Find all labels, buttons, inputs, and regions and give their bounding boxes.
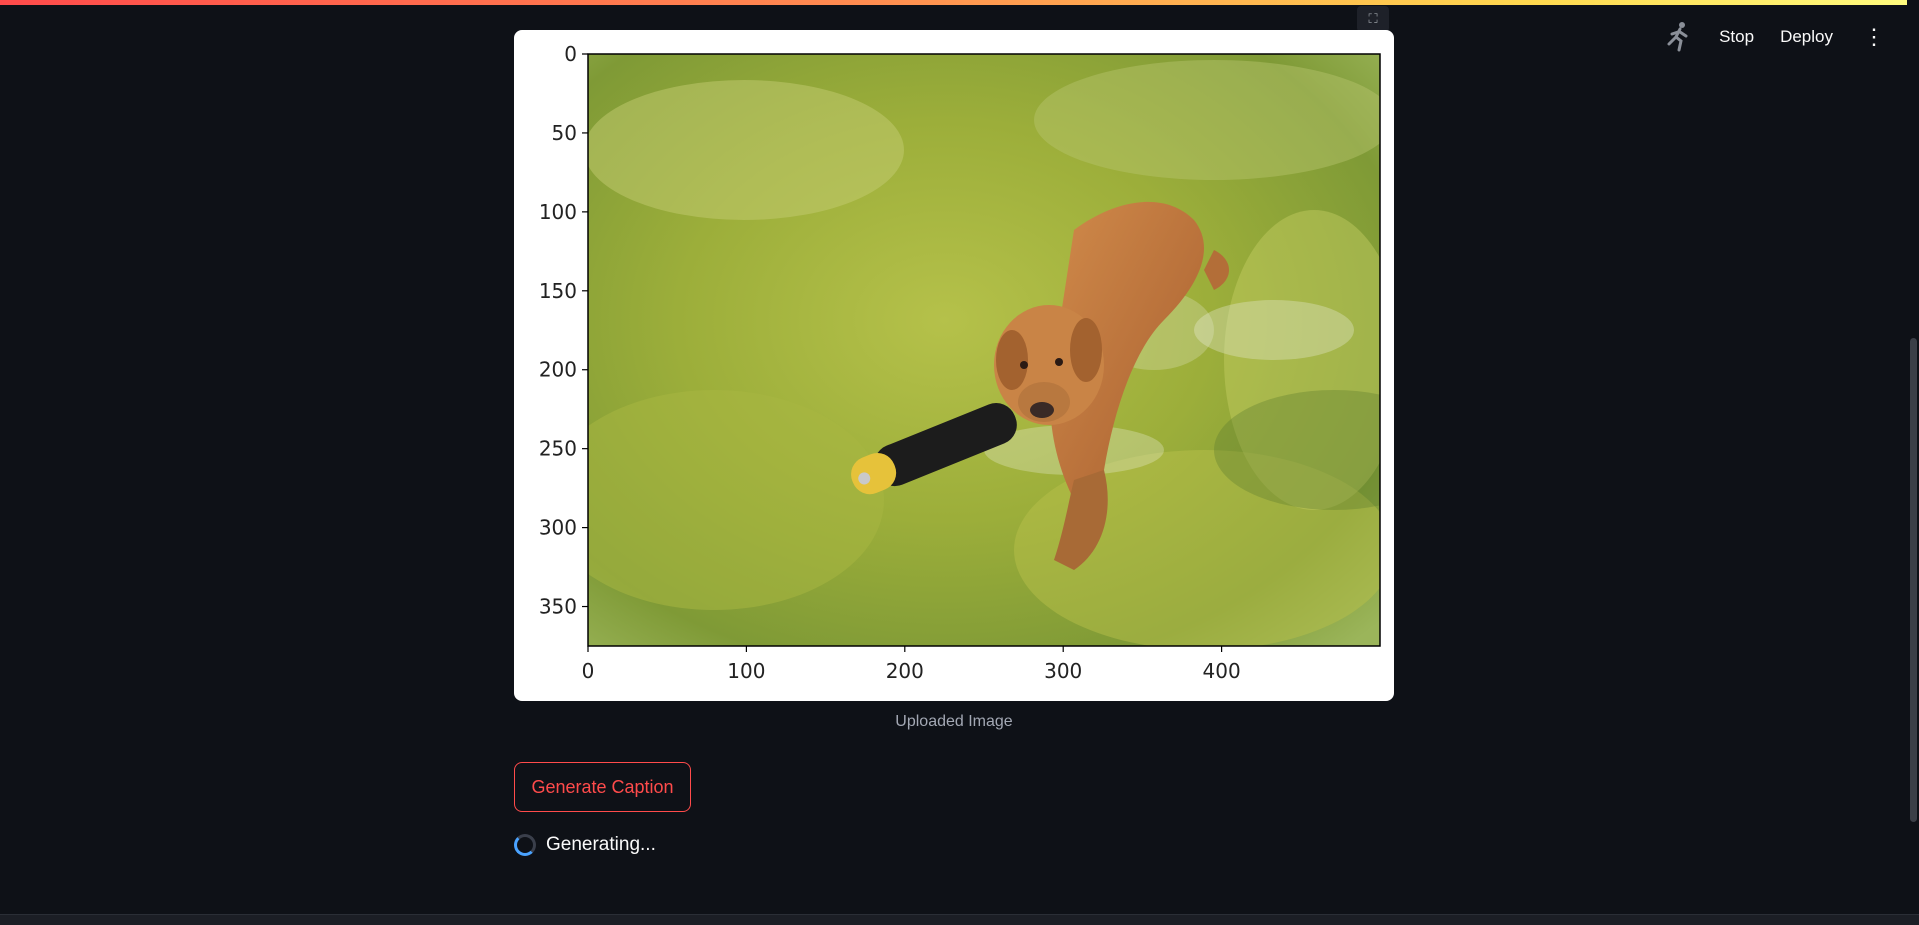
deploy-button[interactable]: Deploy: [1780, 27, 1833, 47]
status-indicator: Generating...: [514, 834, 656, 856]
y-tick-label: 150: [539, 279, 577, 303]
dog-photo: [588, 54, 1380, 646]
y-tick-label: 0: [564, 42, 577, 66]
spinner-icon: [514, 834, 536, 856]
x-tick-label: 0: [582, 659, 595, 683]
x-tick-label: 200: [886, 659, 924, 683]
fullscreen-button[interactable]: ⛶: [1357, 6, 1389, 32]
y-tick-label: 50: [552, 121, 577, 145]
y-axis: 0 50 100 150 200 250 300 350: [539, 42, 588, 619]
status-text: Generating...: [546, 834, 656, 855]
x-tick-label: 400: [1203, 659, 1241, 683]
y-tick-label: 350: [539, 595, 577, 619]
y-tick-label: 250: [539, 437, 577, 461]
top-progress-bar: [0, 0, 1919, 5]
x-axis: 0 100 200 300 400: [582, 646, 1241, 683]
y-tick-label: 100: [539, 200, 577, 224]
x-tick-label: 300: [1044, 659, 1082, 683]
y-tick-label: 300: [539, 516, 577, 540]
figure-plot: 0 50 100 150 200 250 300 350 0 100 200 300 400: [539, 42, 1381, 683]
image-caption: Uploaded Image: [895, 713, 1013, 730]
bottom-bar: [0, 914, 1919, 925]
generate-caption-button[interactable]: Generate Caption: [514, 762, 691, 812]
running-man-icon: [1663, 20, 1693, 54]
expand-icon: ⛶: [1368, 11, 1378, 27]
vertical-dots-icon[interactable]: ⋮: [1859, 26, 1889, 48]
image-figure: 0 50 100 150 200 250 300 350 0 100 200 300 400: [514, 30, 1394, 701]
scrollbar-thumb[interactable]: [1910, 338, 1917, 822]
x-tick-label: 100: [727, 659, 765, 683]
app-header: Stop Deploy ⋮: [1663, 20, 1889, 54]
y-tick-label: 200: [539, 358, 577, 382]
stop-button[interactable]: Stop: [1719, 27, 1754, 47]
